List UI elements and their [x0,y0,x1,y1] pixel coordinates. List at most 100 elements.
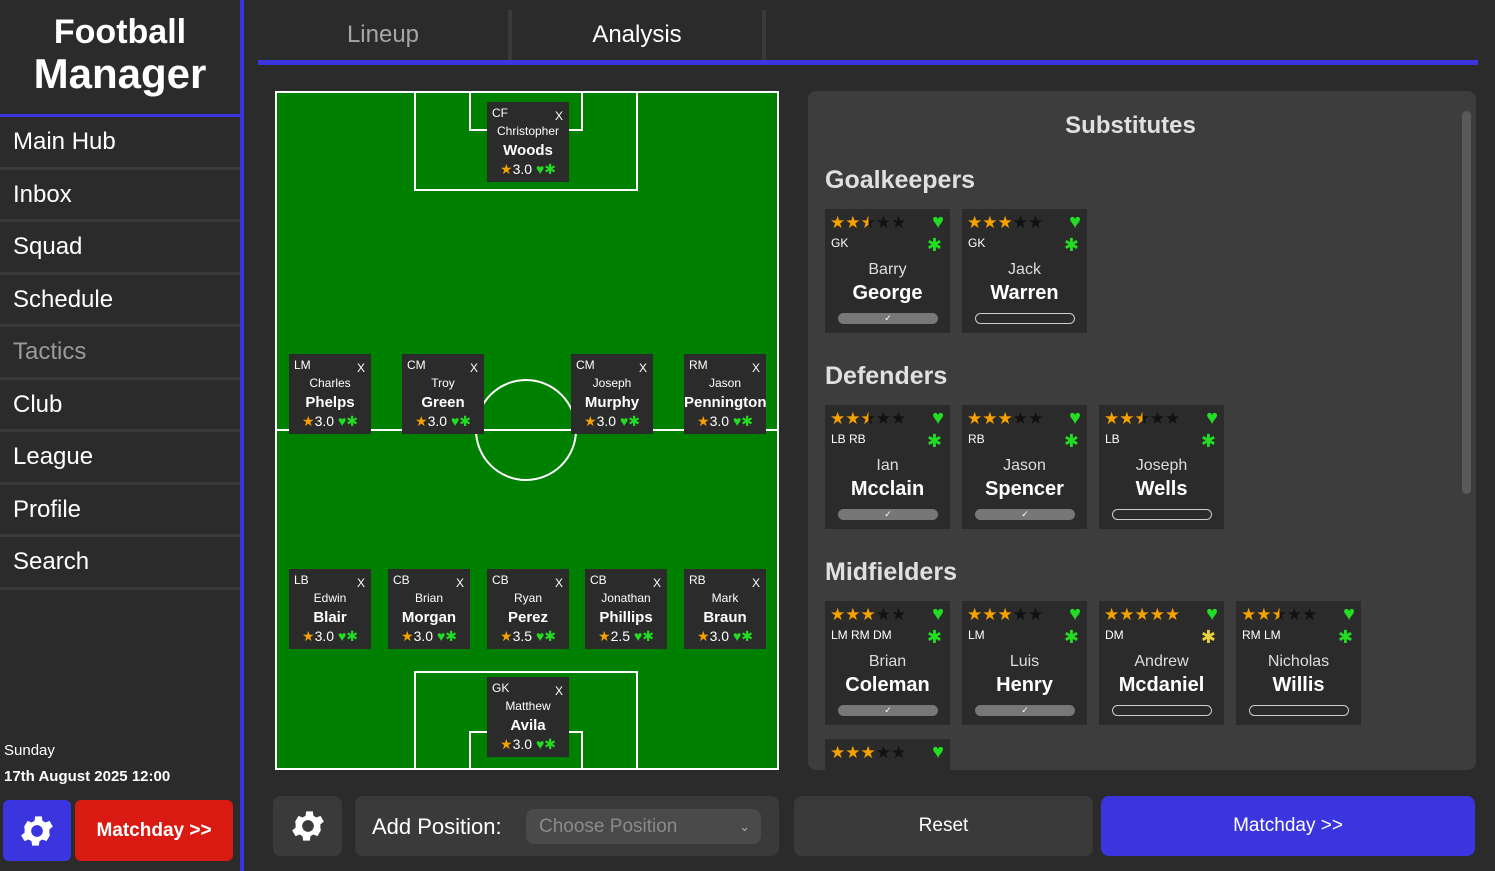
heart-icon: ♥ [932,211,944,233]
player-rating: 3.0 [427,413,448,429]
pitch-player-card[interactable]: GK X Matthew Avila ★3.0 ♥✱ [487,677,569,757]
heart-icon: ♥ [1206,407,1218,429]
remove-player-button[interactable]: X [555,109,563,123]
player-position: CB [393,573,410,587]
sidebar-item-schedule[interactable]: Schedule [0,275,240,327]
rating-stars: ★★★★★ [967,605,1044,624]
pitch-player-card[interactable]: LB X Edwin Blair ★3.0 ♥✱ [289,569,371,649]
star-icon: ★ [697,413,710,429]
sidebar-item-search[interactable]: Search [0,537,240,590]
remove-player-button[interactable]: X [357,361,365,375]
pitch-player-card[interactable]: CM X Joseph Murphy ★3.0 ♥✱ [571,354,653,434]
substitute-card[interactable]: ★★★★★ ♥ ✱ LB RB Ian Mcclain ✓ [825,405,950,529]
matchday-button[interactable]: Matchday >> [1101,796,1475,856]
substitute-card[interactable]: ★★★★★ ♥ ✱ LM RM DM Brian Coleman ✓ [825,601,950,725]
tab-lineup[interactable]: Lineup [258,10,508,60]
position-select[interactable]: Choose Position ⌄ [526,809,761,844]
pitch-player-card[interactable]: RM X Jason Pennington ★3.0 ♥✱ [684,354,767,434]
player-rating-row: ★3.0 ♥✱ [388,628,470,645]
player-first-name: Brian [414,591,443,605]
sidebar-item-club[interactable]: Club [0,380,240,432]
pitch-player-card[interactable]: RB X Mark Braun ★3.0 ♥✱ [684,569,766,649]
sidebar-item-profile[interactable]: Profile [0,485,240,537]
pitch-player-card[interactable]: CB X Ryan Perez ★3.5 ♥✱ [487,569,569,649]
substitute-card[interactable]: ★★★★★ ♥ ✱ GK Barry George ✓ [825,209,950,333]
sidebar: Football Manager Main Hub Inbox Squad Sc… [0,0,240,871]
pitch-player-card[interactable]: CF X Christopher Woods ★3.0 ♥✱ [487,102,569,182]
chevron-down-icon: ⌄ [739,819,750,834]
rating-stars: ★★★★★ [1241,605,1318,624]
tab-analysis[interactable]: Analysis [512,10,762,60]
pitch-player-card[interactable]: LM X Charles Phelps ★3.0 ♥✱ [289,354,371,434]
substitute-card[interactable]: ★★★★★ ♥ ✱ RB Jason Spencer ✓ [962,405,1087,529]
heart-icon: ♥ [1069,211,1081,233]
remove-player-button[interactable]: X [752,361,760,375]
app-root: Football Manager Main Hub Inbox Squad Sc… [0,0,1495,871]
remove-player-button[interactable]: X [555,684,563,698]
substitute-card[interactable]: ★★★★★ ♥ ✱ GK Jack Warren [962,209,1087,333]
sub-card-partial[interactable]: ★★★★★ ♥ [825,739,950,770]
player-first-name: Troy [431,376,455,390]
player-first-name: Jonathan [601,591,651,605]
remove-player-button[interactable]: X [639,361,647,375]
sub-positions: LB [1105,432,1120,446]
settings-button[interactable] [3,800,71,861]
reset-button[interactable]: Reset [794,796,1093,856]
gear-icon: ✱ [544,736,556,752]
add-position-label: Add Position: [372,814,502,839]
sidebar-item-league[interactable]: League [0,432,240,485]
substitute-card[interactable]: ★★★★★ ♥ ✱ DM Andrew Mcdaniel [1099,601,1224,725]
pitch-player-card[interactable]: CB X Jonathan Phillips ★2.5 ♥✱ [585,569,667,649]
sidebar-matchday-button[interactable]: Matchday >> [75,800,233,861]
substitutes-scrollbar[interactable] [1462,111,1471,494]
sidebar-item-tactics[interactable]: Tactics [0,327,240,380]
star-icon: ★ [500,628,513,644]
fitness-bar [975,313,1075,324]
heart-icon: ♥ [932,407,944,429]
player-first-name: Matthew [505,699,551,713]
player-last-name: Avila [510,717,546,734]
pitch-player-card[interactable]: CB X Brian Morgan ★3.0 ♥✱ [388,569,470,649]
substitute-card[interactable]: ★★★★★ ♥ ✱ RM LM Nicholas Willis [1236,601,1361,725]
sidebar-item-inbox[interactable]: Inbox [0,170,240,222]
remove-player-button[interactable]: X [357,576,365,590]
star-icon: ★ [697,628,710,644]
star-icon: ★ [415,413,428,429]
player-rating-row: ★3.5 ♥✱ [487,628,569,645]
star-icon: ★ [302,628,315,644]
remove-player-button[interactable]: X [555,576,563,590]
remove-player-button[interactable]: X [653,576,661,590]
heart-icon: ♥ [932,741,944,763]
sidebar-item-squad[interactable]: Squad [0,222,240,275]
app-title-line1: Football [53,13,187,51]
player-first-name: Christopher [496,124,560,138]
player-last-name: Perez [507,609,549,626]
rating-stars: ★★★★★ [830,743,907,762]
remove-player-button[interactable]: X [470,361,478,375]
pitch-player-card[interactable]: CM X Troy Green ★3.0 ♥✱ [402,354,484,434]
sub-last-name: Henry [996,674,1053,696]
tactics-settings-button[interactable] [273,796,342,856]
gear-icon: ✱ [1337,627,1353,647]
player-rating-row: ★3.0 ♥✱ [289,628,371,645]
remove-player-button[interactable]: X [752,576,760,590]
substitute-card[interactable]: ★★★★★ ♥ ✱ LM Luis Henry ✓ [962,601,1087,725]
substitute-card[interactable]: ★★★★★ ♥ ✱ LB Joseph Wells [1099,405,1224,529]
player-first-name: Joseph [592,376,632,390]
player-first-name: Mark [711,591,739,605]
remove-player-button[interactable]: X [456,576,464,590]
player-last-name: Green [421,394,465,411]
player-first-name: Charles [309,376,351,390]
app-title-line2: Manager [33,50,207,97]
player-rating-row: ★3.0 ♥✱ [684,413,766,430]
sub-positions: LB RB [831,432,866,446]
player-rating-row: ★3.0 ♥✱ [402,413,484,430]
gear-icon: ✱ [346,628,358,644]
player-position: GK [492,681,510,695]
sidebar-item-main-hub[interactable]: Main Hub [0,117,240,170]
fitness-bar: ✓ [838,509,938,520]
fitness-bar [1112,705,1212,716]
fitness-bar: ✓ [975,705,1075,716]
gear-icon: ✱ [1200,431,1216,451]
player-last-name: Blair [313,609,347,626]
